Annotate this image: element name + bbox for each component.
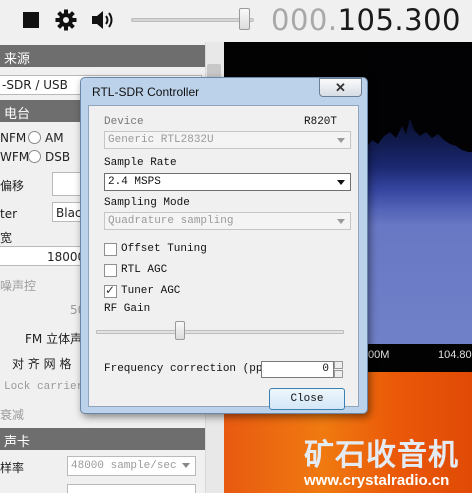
watermark-logo: 矿石收音机 (304, 438, 459, 473)
attenuation-label: 衰减 (0, 408, 25, 422)
sampling-mode-select-value: Quadrature sampling (108, 215, 234, 227)
spectrum-trace (366, 48, 472, 344)
lock-carrier-checkbox-label[interactable]: Lock carrier (4, 381, 83, 393)
bandwidth-input[interactable]: 180000 (0, 246, 84, 266)
fm-stereo-checkbox-label[interactable]: FM 立体声 (25, 330, 82, 347)
tuner-agc-label[interactable]: Tuner AGC (121, 285, 180, 297)
frequency-correction-label: Frequency correction (ppm) (104, 363, 276, 375)
soundcard-section-header[interactable]: 声卡 (0, 428, 205, 450)
tuner-name: R820T (304, 116, 338, 128)
audio-samplerate-value: 48000 sample/sec (71, 460, 177, 472)
chevron-down-icon (337, 138, 345, 143)
toolbar: 000.105.300 (0, 0, 472, 42)
sample-rate-label: Sample Rate (104, 157, 177, 169)
sample-rate-select-value: 2.4 MSPS (108, 176, 161, 188)
squelch-label[interactable]: 噪声控 (0, 277, 36, 294)
frequency-correction-value: 0 (322, 363, 329, 375)
mode-am-radio[interactable] (28, 131, 41, 144)
mode-wfm-label[interactable]: WFM (0, 150, 29, 164)
spin-down-icon[interactable] (334, 370, 343, 378)
chevron-down-icon (337, 219, 345, 224)
frequency-dim-digits[interactable]: 000. (271, 3, 338, 37)
offset-label: 偏移 (0, 179, 25, 193)
device-select[interactable]: Generic RTL2832U (104, 131, 351, 149)
frequency-display[interactable]: 000.105.300 (271, 3, 461, 37)
bandwidth-label: 宽 (0, 231, 13, 245)
mode-am-label[interactable]: AM (45, 131, 64, 145)
stop-icon[interactable] (23, 12, 39, 28)
spectrum-freq-label: 104.800 (438, 349, 472, 361)
bandwidth-value: 180000 (47, 250, 83, 264)
tuner-agc-checkbox[interactable] (104, 283, 117, 298)
offset-tuning-checkbox[interactable] (104, 243, 117, 256)
device-label: Device (104, 116, 144, 128)
dialog-close-icon[interactable]: ✕ (319, 78, 362, 97)
rf-gain-slider-thumb[interactable] (175, 321, 186, 340)
offset-tuning-label[interactable]: Offset Tuning (121, 243, 207, 255)
chevron-down-icon (337, 180, 345, 185)
device-select-value: Generic RTL2832U (108, 134, 214, 146)
frequency-active-digits[interactable]: 105.300 (338, 3, 461, 37)
watermark-url: www.crystalradio.cn (304, 472, 450, 489)
gear-icon[interactable] (55, 9, 77, 31)
frequency-correction-input[interactable]: 0 (261, 361, 334, 378)
sampling-mode-select[interactable]: Quadrature sampling (104, 212, 351, 230)
volume-icon[interactable] (90, 9, 118, 31)
audio-device-select[interactable] (67, 484, 196, 493)
close-button[interactable]: Close (269, 388, 345, 410)
spectrum-freq-label: 00M (368, 349, 390, 361)
samplerate-label: 样率 (0, 461, 25, 475)
dialog-title: RTL-SDR Controller (92, 85, 200, 99)
mode-nfm-label[interactable]: NFM (0, 131, 26, 145)
audio-samplerate-select[interactable]: 48000 sample/sec (67, 456, 196, 476)
rf-gain-slider[interactable] (96, 330, 344, 334)
mode-dsb-radio[interactable] (28, 150, 41, 163)
snap-to-grid-checkbox-label[interactable]: 对 齐 网 格 (12, 355, 71, 372)
rf-gain-label: RF Gain (104, 303, 151, 315)
volume-slider[interactable] (131, 18, 254, 22)
sample-rate-select[interactable]: 2.4 MSPS (104, 173, 351, 191)
chevron-down-icon (182, 463, 190, 468)
rtl-agc-checkbox[interactable] (104, 264, 117, 277)
mode-dsb-label[interactable]: DSB (45, 150, 70, 164)
rtl-agc-label[interactable]: RTL AGC (121, 264, 167, 276)
spin-up-icon[interactable] (334, 361, 343, 369)
source-select-value: -SDR / USB (2, 78, 68, 92)
filter-label: ter (0, 207, 18, 221)
rtl-sdr-controller-dialog: RTL-SDR Controller ✕ Device R820T Generi… (80, 77, 368, 414)
sampling-mode-label: Sampling Mode (104, 197, 190, 209)
source-section-header[interactable]: 来源 (0, 45, 205, 67)
volume-slider-thumb[interactable] (239, 8, 251, 30)
